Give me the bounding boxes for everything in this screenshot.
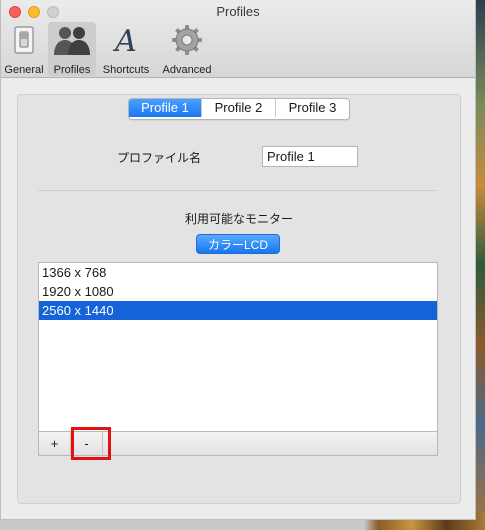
profile-name-input[interactable]: Profile 1 xyxy=(262,146,358,167)
toolbar-profiles[interactable]: Profiles xyxy=(48,22,96,76)
monitor-select-button[interactable]: カラーLCD xyxy=(196,234,280,254)
profile-name-label: プロファイル名 xyxy=(117,151,202,165)
toolbar-advanced-label: Advanced xyxy=(162,64,212,76)
resolution-list[interactable]: 1366 x 768 1920 x 1080 2560 x 1440 xyxy=(38,262,438,432)
toolbar-shortcuts-label: Shortcuts xyxy=(102,64,150,76)
available-monitors-label: 利用可能なモニター xyxy=(184,212,293,226)
divider xyxy=(38,190,438,191)
profile-tabs: Profile 1 Profile 2 Profile 3 xyxy=(128,98,350,120)
toolbar-general[interactable]: General xyxy=(2,22,46,76)
add-resolution-button[interactable]: + xyxy=(39,432,71,455)
people-icon xyxy=(53,24,91,56)
switch-icon xyxy=(14,24,34,56)
tab-profile-3[interactable]: Profile 3 xyxy=(276,99,349,117)
svg-text:A: A xyxy=(112,24,137,56)
resolution-row-selected[interactable]: 2560 x 1440 xyxy=(39,301,437,320)
tab-profile-1[interactable]: Profile 1 xyxy=(129,99,202,117)
tab-profile-2[interactable]: Profile 2 xyxy=(202,99,276,117)
window-title: Profiles xyxy=(216,4,260,19)
toolbar-shortcuts[interactable]: A Shortcuts xyxy=(98,22,154,76)
gear-icon xyxy=(171,24,203,56)
resolution-row[interactable]: 1920 x 1080 xyxy=(39,282,437,301)
font-a-icon: A xyxy=(111,24,141,56)
titlebar: Profiles General Profiles A Shortcuts Ad… xyxy=(1,0,475,78)
toolbar-general-label: General xyxy=(4,64,44,76)
preferences-window: Profiles General Profiles A Shortcuts Ad… xyxy=(0,0,476,520)
resolution-row[interactable]: 1366 x 768 xyxy=(39,263,437,282)
highlight-box xyxy=(71,427,111,460)
toolbar-advanced[interactable]: Advanced xyxy=(157,22,217,76)
toolbar-profiles-label: Profiles xyxy=(53,64,91,76)
